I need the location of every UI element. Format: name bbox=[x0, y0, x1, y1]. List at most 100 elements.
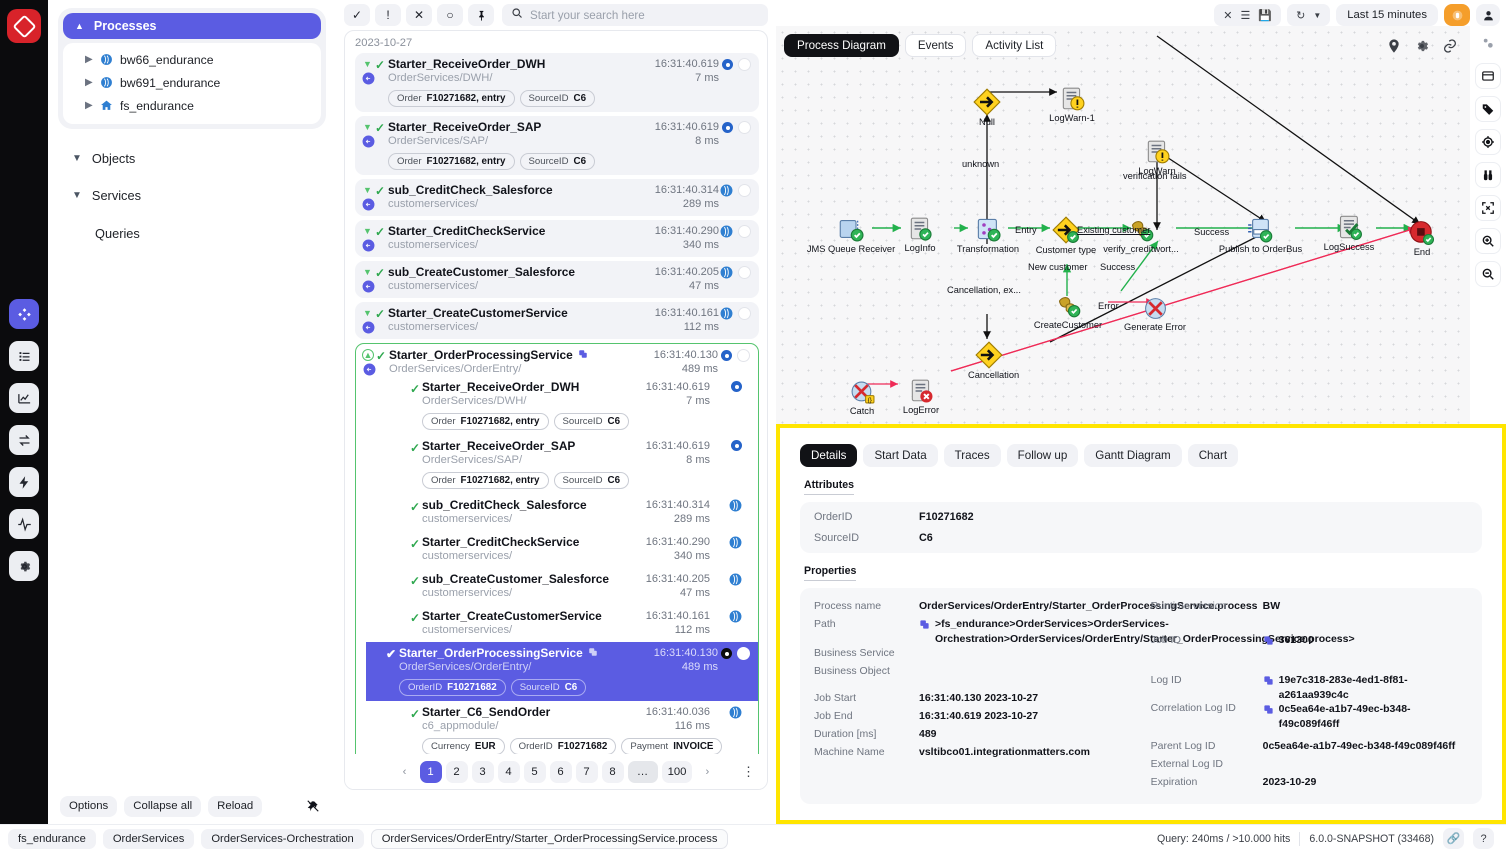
gear-icon[interactable] bbox=[1414, 38, 1430, 54]
event-list-scroll[interactable]: ▼ ✓ Starter_ReceiveOrder_DWH OrderServic… bbox=[345, 53, 767, 778]
rail-item-analytics[interactable] bbox=[9, 383, 39, 413]
chevron-down-icon[interactable]: ▼ bbox=[363, 185, 372, 195]
list-item[interactable]: ▼ ✓ Starter_ReceiveOrder_SAP OrderServic… bbox=[355, 116, 759, 175]
select-dot[interactable] bbox=[737, 349, 750, 362]
copy-icon[interactable] bbox=[363, 363, 376, 376]
kebab-menu-icon[interactable]: ⋮ bbox=[742, 764, 755, 780]
page-button-6[interactable]: 6 bbox=[549, 760, 572, 783]
success-filter-button[interactable]: ✓ bbox=[344, 4, 370, 26]
search-input[interactable] bbox=[530, 8, 759, 22]
list-item[interactable]: ✓ Starter_ReceiveOrder_SAP OrderServices… bbox=[389, 435, 750, 494]
copy-icon[interactable] bbox=[1263, 704, 1274, 715]
time-range-selector[interactable]: Last 15 minutes bbox=[1336, 4, 1438, 26]
list-item[interactable]: ✓ Starter_CreateCustomerService customer… bbox=[389, 605, 750, 642]
list-item[interactable]: ▼ ✓ Starter_CreateCustomerService custom… bbox=[355, 302, 759, 339]
rail-item-settings[interactable] bbox=[9, 551, 39, 581]
page-button-8[interactable]: 8 bbox=[601, 760, 624, 783]
copy-icon[interactable] bbox=[588, 647, 598, 660]
breadcrumb-item[interactable]: OrderServices bbox=[102, 828, 195, 849]
tab-follow-up[interactable]: Follow up bbox=[1006, 444, 1079, 467]
node-transformation[interactable]: Transformation bbox=[952, 216, 1024, 254]
node-end[interactable]: End bbox=[1406, 220, 1438, 257]
tree-item-bw691[interactable]: ▶ bw691_endurance bbox=[63, 71, 321, 94]
tab-start-data[interactable]: Start Data bbox=[863, 444, 938, 467]
copy-icon[interactable] bbox=[1263, 635, 1274, 646]
tab-traces[interactable]: Traces bbox=[943, 444, 1001, 467]
sidebar-item-queries[interactable]: Queries bbox=[95, 226, 326, 241]
page-button-4[interactable]: 4 bbox=[497, 760, 520, 783]
rail-item-events[interactable] bbox=[9, 467, 39, 497]
list-item[interactable]: ▼ ✓ Starter_ReceiveOrder_DWH OrderServic… bbox=[355, 53, 759, 112]
zoom-out-icon[interactable] bbox=[1475, 261, 1501, 287]
options-button[interactable]: Options bbox=[60, 795, 118, 817]
node-logsuccess[interactable]: LogSuccess bbox=[1318, 214, 1380, 252]
search-box[interactable] bbox=[502, 4, 768, 26]
chevron-down-icon[interactable]: ▼ bbox=[363, 308, 372, 318]
binoculars-icon[interactable] bbox=[1475, 162, 1501, 188]
list-item[interactable]: ▼ ✓ sub_CreateCustomer_Salesforce custom… bbox=[355, 261, 759, 298]
page-button-5[interactable]: 5 bbox=[523, 760, 546, 783]
copy-icon[interactable] bbox=[362, 198, 375, 211]
pin-filter-button[interactable] bbox=[468, 4, 494, 26]
node-catch[interactable]: {} Catch bbox=[845, 380, 879, 416]
node-loginfo[interactable]: LogInfo bbox=[894, 216, 946, 253]
rail-item-transfers[interactable] bbox=[9, 425, 39, 455]
rail-item-monitoring[interactable] bbox=[9, 509, 39, 539]
select-dot[interactable] bbox=[738, 266, 751, 279]
node-cancellation[interactable]: Cancellation bbox=[968, 341, 1019, 380]
link-icon[interactable]: 🔗 bbox=[1443, 828, 1464, 849]
page-button-1[interactable]: 1 bbox=[419, 760, 442, 783]
list-item[interactable]: ▼ ✓ Starter_CreditCheckService customers… bbox=[355, 220, 759, 257]
copy-icon[interactable] bbox=[362, 72, 375, 85]
copy-icon[interactable] bbox=[362, 135, 375, 148]
page-button-7[interactable]: 7 bbox=[575, 760, 598, 783]
sidebar-section-processes[interactable]: ▲ Processes bbox=[63, 13, 321, 39]
node-logwarn-1[interactable]: LogWarn-1 bbox=[1041, 86, 1103, 123]
breadcrumb-item[interactable]: OrderServices-Orchestration bbox=[201, 828, 364, 849]
node-null[interactable]: Null bbox=[968, 88, 1006, 127]
live-toggle-button[interactable] bbox=[1444, 4, 1470, 26]
node-logerror[interactable]: LogError bbox=[898, 378, 944, 415]
list-group-expanded[interactable]: ▲ ✓ Starter_OrderProcessingService Order… bbox=[355, 343, 759, 778]
app-logo[interactable] bbox=[7, 9, 41, 43]
tab-gantt-diagram[interactable]: Gantt Diagram bbox=[1084, 444, 1182, 467]
select-dot[interactable] bbox=[738, 307, 751, 320]
rail-item-dashboard[interactable] bbox=[9, 299, 39, 329]
node-generate-error[interactable]: Generate Error bbox=[1120, 296, 1190, 332]
list-item[interactable]: ✓ Starter_CreditCheckService customerser… bbox=[389, 531, 750, 568]
tree-item-fs-endurance[interactable]: ▶ fs_endurance bbox=[63, 94, 321, 117]
node-createcustomer[interactable]: CreateCustomer bbox=[1031, 292, 1105, 330]
pin-off-icon[interactable] bbox=[302, 795, 324, 817]
location-pin-icon[interactable] bbox=[1386, 38, 1402, 54]
tab-details[interactable]: Details bbox=[800, 444, 858, 467]
pending-filter-button[interactable]: ○ bbox=[437, 4, 463, 26]
tree-item-bw66[interactable]: ▶ bw66_endurance bbox=[63, 48, 321, 71]
reload-button[interactable]: Reload bbox=[208, 795, 263, 817]
list-item-selected[interactable]: ✔ Starter_OrderProcessingService OrderSe… bbox=[366, 642, 758, 701]
select-dot[interactable] bbox=[738, 121, 751, 134]
breadcrumb-item-current[interactable]: OrderServices/OrderEntry/Starter_OrderPr… bbox=[370, 828, 729, 849]
collapse-all-button[interactable]: Collapse all bbox=[124, 795, 202, 817]
chevron-down-icon[interactable]: ▼ bbox=[363, 59, 372, 69]
list-item[interactable]: ✓ sub_CreditCheck_Salesforce customerser… bbox=[389, 494, 750, 531]
zoom-in-icon[interactable] bbox=[1475, 228, 1501, 254]
select-dot[interactable] bbox=[738, 58, 751, 71]
help-icon[interactable]: ? bbox=[1473, 828, 1494, 849]
settings-gears-icon[interactable] bbox=[1475, 30, 1501, 56]
chevron-down-icon[interactable]: ▼ bbox=[363, 267, 372, 277]
window-icon[interactable] bbox=[1475, 63, 1501, 89]
copy-icon[interactable] bbox=[362, 321, 375, 334]
breadcrumb-item[interactable]: fs_endurance bbox=[8, 828, 96, 849]
select-dot[interactable] bbox=[738, 184, 751, 197]
page-button-2[interactable]: 2 bbox=[445, 760, 468, 783]
page-prev-button[interactable]: ‹ bbox=[394, 761, 416, 783]
list-item[interactable]: ✓ Starter_ReceiveOrder_DWH OrderServices… bbox=[389, 376, 750, 435]
copy-icon[interactable] bbox=[1263, 675, 1274, 686]
tab-chart[interactable]: Chart bbox=[1187, 444, 1239, 467]
tab-events[interactable]: Events bbox=[904, 34, 967, 57]
select-dot[interactable] bbox=[738, 225, 751, 238]
tab-process-diagram[interactable]: Process Diagram bbox=[784, 34, 899, 57]
chevron-up-icon[interactable]: ▲ bbox=[362, 349, 374, 361]
copy-icon[interactable] bbox=[578, 349, 588, 362]
select-dot[interactable] bbox=[737, 647, 750, 660]
